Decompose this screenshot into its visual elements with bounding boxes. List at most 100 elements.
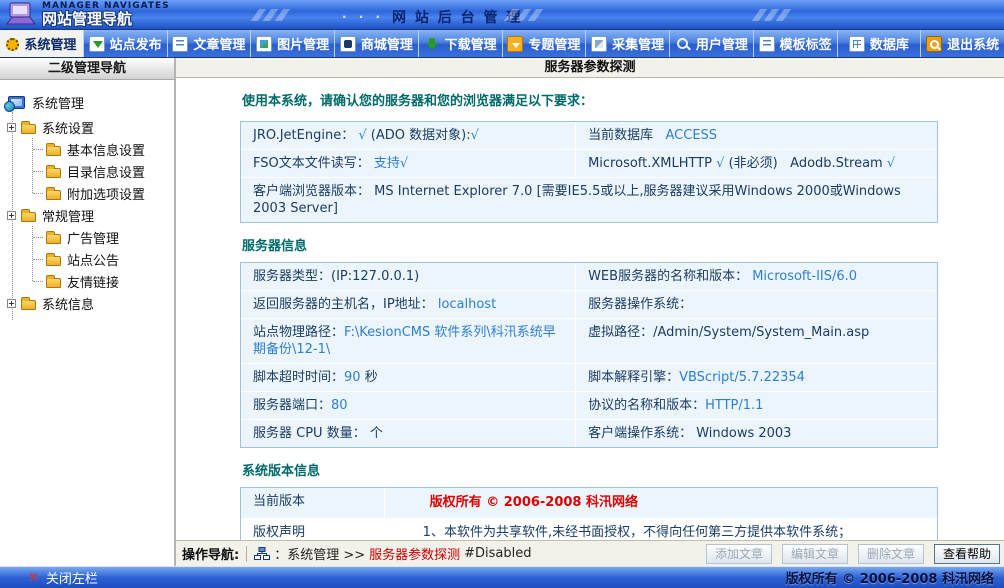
tab-system-manage[interactable]: 系统管理 — [0, 30, 84, 57]
table-row: FSO文本文件读写： 支持√ Microsoft.XMLHTTP √ (非必须)… — [241, 150, 937, 178]
folder-icon — [46, 256, 61, 266]
template-icon — [759, 36, 775, 52]
folder-icon — [46, 146, 61, 156]
image-icon — [256, 36, 272, 52]
hostname-value: localhost — [438, 297, 496, 312]
tree-item-directory-info[interactable]: 目录信息设置 — [0, 160, 174, 182]
table-row: 服务器端口：80 协议的名称和版本：HTTP/1.1 — [241, 392, 937, 420]
table-row: 版权声明 1、本软件为共享软件,未经书面授权，不得向任何第三方提供本软件系统； … — [241, 519, 937, 540]
delete-article-button[interactable]: 删除文章 — [858, 544, 924, 564]
main-panel: 服务器参数探测 使用本系统，请确认您的服务器和您的浏览器满足以下要求： JRO.… — [176, 58, 1004, 566]
view-help-button[interactable]: 查看帮助 — [934, 544, 1000, 564]
edit-article-button[interactable]: 编辑文章 — [782, 544, 848, 564]
check-mark: √ — [887, 156, 895, 171]
tab-article-manage[interactable]: 文章管理 — [168, 30, 252, 57]
content-area: 使用本系统，请确认您的服务器和您的浏览器满足以下要求： JRO.JetEngin… — [176, 78, 1004, 540]
breadcrumb: ：系统管理 >> 服务器参数探测 #Disabled — [254, 544, 696, 563]
tree-item-basic-info[interactable]: 基本信息设置 — [0, 138, 174, 160]
banner-dots: · · · — [342, 10, 384, 24]
tab-database[interactable]: 数据库 — [838, 30, 922, 57]
tree-item-site-notice[interactable]: 站点公告 — [0, 248, 174, 270]
topic-icon — [507, 36, 523, 52]
main-nav: 系统管理 站点发布 文章管理 图片管理 商城管理 下载管理 专题管理 采集管理 … — [0, 30, 1004, 58]
decor-slashes — [255, 9, 286, 21]
sidebar-tree: 系统管理 系统设置 基本信息设置 目录信息设置 附加选项设置 — [0, 80, 174, 566]
tree-branch-system-settings[interactable]: 系统设置 — [0, 116, 174, 138]
intro-text: 使用本系统，请确认您的服务器和您的浏览器满足以下要求： — [242, 90, 1004, 109]
user-search-icon — [675, 36, 691, 52]
copyright-statement-text: 1、本软件为共享软件,未经书面授权，不得向任何第三方提供本软件系统； 2、用户自… — [384, 519, 937, 540]
download-icon — [424, 36, 440, 52]
table-row: 服务器类型：(IP:127.0.0.1) WEB服务器的名称和版本： Micro… — [241, 263, 937, 291]
collect-icon — [591, 36, 607, 52]
logo-laptop-icon — [4, 2, 38, 28]
breadcrumb-current: 服务器参数探测 — [369, 544, 460, 563]
divider — [246, 546, 247, 562]
table-row: 脚本超时时间：90 秒 脚本解释引擎：VBScript/5.7.22354 — [241, 364, 937, 392]
copyright-value: 版权所有 © 2006-2008 科汛网络 — [384, 488, 937, 518]
logo-subtitle: 网站管理导航 — [42, 12, 170, 27]
table-row: 服务器 CPU 数量： 个 客户端操作系统： Windows 2003 — [241, 420, 937, 447]
decor-slashes — [508, 9, 539, 21]
table-row: 客户端浏览器版本： MS Internet Explorer 7.0 [需要IE… — [241, 178, 937, 222]
server-info-table: 服务器类型：(IP:127.0.0.1) WEB服务器的名称和版本： Micro… — [240, 262, 938, 448]
version-table: 当前版本 版权所有 © 2006-2008 科汛网络 版权声明 1、本软件为共享… — [240, 487, 938, 540]
page-title: 服务器参数探测 — [176, 58, 1004, 78]
footer-copyright: 版权所有 © 2006-2008 科汛网络 — [786, 568, 994, 587]
decor-slashes — [756, 9, 787, 21]
logout-key-icon — [926, 36, 942, 52]
database-icon — [849, 36, 865, 52]
tab-collect-manage[interactable]: 采集管理 — [586, 30, 670, 57]
breadcrumb-parent: ：系统管理 >> — [274, 544, 365, 563]
current-version-label: 当前版本 — [241, 488, 384, 518]
tab-download-manage[interactable]: 下载管理 — [419, 30, 503, 57]
check-mark: √ — [471, 128, 479, 143]
footer: × 关闭左栏 版权所有 © 2006-2008 科汛网络 — [0, 566, 1004, 588]
section-title-version-info: 系统版本信息 — [242, 460, 1004, 479]
sidebar-title: 二级管理导航 — [0, 58, 174, 80]
mall-icon — [340, 36, 356, 52]
tab-site-publish[interactable]: 站点发布 — [84, 30, 168, 57]
folder-icon — [21, 124, 36, 134]
table-row: 站点物理路径：F:\KesionCMS 软件系列\科汛系统早期备份\12-1\ … — [241, 319, 937, 364]
table-row: JRO.JetEngine： √ (ADO 数据对象):√ 当前数据库 ACCE… — [241, 122, 937, 150]
folder-icon — [46, 168, 61, 178]
gear-icon — [6, 38, 19, 51]
tab-user-manage[interactable]: 用户管理 — [670, 30, 754, 57]
tab-mall-manage[interactable]: 商城管理 — [335, 30, 419, 57]
tree-branch-system-info[interactable]: 系统信息 — [0, 292, 174, 314]
folder-icon — [21, 212, 36, 222]
check-mark: √ — [716, 156, 724, 171]
tree-item-ad-manage[interactable]: 广告管理 — [0, 226, 174, 248]
folder-icon — [46, 278, 61, 288]
folder-icon — [21, 300, 36, 310]
top-banner: MANAGER NAVIGATES 网站管理导航 · · · 网 站 后 台 管… — [0, 0, 1004, 30]
tree-item-extra-options[interactable]: 附加选项设置 — [0, 182, 174, 204]
expand-plus-icon[interactable] — [7, 123, 16, 132]
app-logo: MANAGER NAVIGATES 网站管理导航 — [0, 2, 170, 28]
tree-item-friend-links[interactable]: 友情链接 — [0, 270, 174, 292]
tab-image-manage[interactable]: 图片管理 — [251, 30, 335, 57]
expand-plus-icon[interactable] — [7, 211, 16, 220]
expand-plus-icon[interactable] — [7, 299, 16, 308]
tree-branch-general-manage[interactable]: 常规管理 — [0, 204, 174, 226]
tab-template-tags[interactable]: 模板标签 — [754, 30, 838, 57]
action-bar: 操作导航: ：系统管理 >> 服务器参数探测 #Disabled 添加文章 编辑… — [176, 540, 1004, 566]
copyright-statement-label: 版权声明 — [241, 519, 384, 540]
close-x-icon: × — [28, 570, 39, 585]
publish-icon — [89, 36, 105, 52]
table-row: 返回服务器的主机名，IP地址： localhost 服务器操作系统： — [241, 291, 937, 319]
tree-root-system-manage[interactable]: 系统管理 — [0, 88, 174, 116]
article-icon — [172, 36, 188, 52]
current-database-value: ACCESS — [666, 128, 718, 143]
table-row: 当前版本 版权所有 © 2006-2008 科汛网络 — [241, 488, 937, 519]
web-server-value: Microsoft-IIS/6.0 — [752, 269, 857, 284]
section-title-server-info: 服务器信息 — [242, 235, 1004, 254]
close-left-panel-button[interactable]: × 关闭左栏 — [28, 568, 98, 587]
sitemap-icon — [254, 547, 270, 560]
banner-title: · · · 网 站 后 台 管 理 — [342, 7, 522, 27]
folder-icon — [46, 190, 61, 200]
add-article-button[interactable]: 添加文章 — [706, 544, 772, 564]
tab-logout[interactable]: 退出系统 — [921, 30, 1004, 57]
tab-topic-manage[interactable]: 专题管理 — [503, 30, 587, 57]
